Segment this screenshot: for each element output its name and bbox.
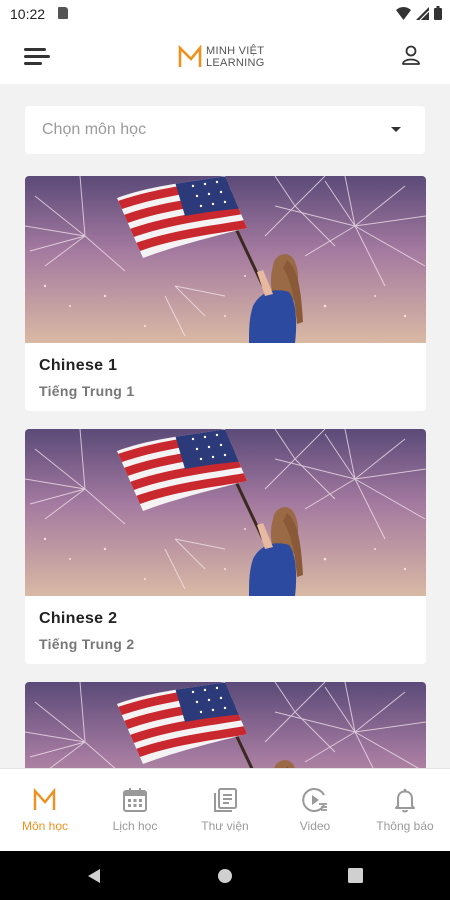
nav-label: Video <box>299 819 331 833</box>
nav-label: Thông báo <box>376 819 434 833</box>
subject-select-placeholder: Chọn môn học <box>42 121 147 138</box>
app-bar: MINH VIỆT LEARNING <box>0 28 450 84</box>
nav-label: Thư viện <box>201 819 249 833</box>
course-image <box>25 176 426 343</box>
course-image <box>25 429 426 596</box>
course-subtitle: Tiếng Trung 2 <box>39 636 135 652</box>
course-title: Chinese 1 <box>39 357 118 374</box>
status-icons <box>396 6 442 20</box>
dropdown-caret-icon <box>391 127 401 132</box>
wifi-icon <box>396 6 411 20</box>
user-profile-icon[interactable] <box>400 44 422 66</box>
nav-item-thu-vien[interactable]: Thư viện <box>180 769 270 851</box>
m-logo-icon <box>33 787 56 810</box>
recents-icon[interactable] <box>348 868 363 883</box>
course-subtitle: Tiếng Trung 1 <box>39 383 135 399</box>
bottom-nav: Môn học Lịch học Thư viện Video Thông bá… <box>0 768 450 851</box>
nav-item-mon-hoc[interactable]: Môn học <box>0 769 90 851</box>
status-bar: 10:22 <box>0 0 450 28</box>
course-image <box>25 682 426 768</box>
logo-text: MINH VIỆT LEARNING <box>206 45 265 69</box>
course-card[interactable]: Chinese 1 Tiếng Trung 1 <box>25 176 426 411</box>
calendar-icon <box>123 788 147 812</box>
bell-icon <box>395 788 415 813</box>
menu-icon[interactable] <box>24 46 50 66</box>
back-icon[interactable] <box>86 868 102 884</box>
logo-line2: LEARNING <box>206 57 265 69</box>
nav-item-lich-hoc[interactable]: Lịch học <box>90 769 180 851</box>
course-card[interactable] <box>25 682 426 768</box>
nav-label: Lịch học <box>112 819 158 833</box>
home-icon[interactable] <box>217 868 233 884</box>
minh-viet-logo-icon <box>178 45 202 67</box>
status-time: 10:22 <box>10 6 46 22</box>
nav-label: Môn học <box>21 819 69 833</box>
battery-icon <box>434 6 442 20</box>
course-card[interactable]: Chinese 2 Tiếng Trung 2 <box>25 429 426 664</box>
nav-item-video[interactable]: Video <box>270 769 360 851</box>
logo-line1: MINH VIỆT <box>206 45 265 57</box>
app-logo: MINH VIỆT LEARNING <box>178 42 278 72</box>
signal-icon <box>416 6 429 20</box>
course-title: Chinese 2 <box>39 610 118 627</box>
library-icon <box>214 788 237 812</box>
video-play-icon <box>302 788 327 812</box>
nav-item-thong-bao[interactable]: Thông báo <box>360 769 450 851</box>
subject-select[interactable]: Chọn môn học <box>25 106 425 154</box>
sd-card-icon <box>58 7 68 19</box>
system-nav-bar <box>0 851 450 900</box>
